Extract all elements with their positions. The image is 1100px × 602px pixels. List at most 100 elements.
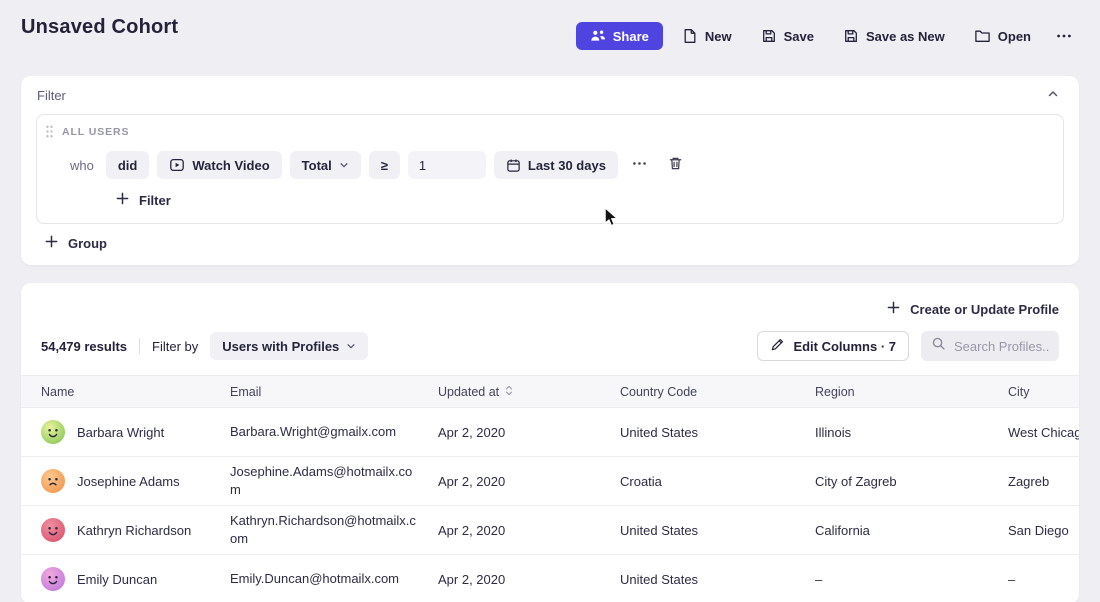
filter-card: Filter ALL USERS who did Watch Video — [21, 76, 1079, 265]
video-icon — [169, 157, 185, 173]
profile-country-code: Croatia — [604, 457, 799, 506]
table-row[interactable]: Kathryn Richardson Kathryn.Richardson@ho… — [21, 506, 1079, 555]
profile-updated-at: Apr 2, 2020 — [422, 408, 604, 457]
profiles-card: Create or Update Profile 54,479 results … — [21, 283, 1079, 602]
delete-criteria-button[interactable] — [662, 152, 690, 178]
profile-city: San Diego — [992, 506, 1079, 555]
avatar — [41, 567, 65, 591]
profile-email: Josephine.Adams@hotmailx.com — [214, 457, 422, 506]
save-as-new-icon — [843, 28, 859, 44]
profile-updated-at: Apr 2, 2020 — [422, 555, 604, 602]
profile-country-code: United States — [604, 408, 799, 457]
chevron-down-icon — [339, 160, 349, 170]
profile-email: Emily.Duncan@hotmailx.com — [214, 555, 422, 602]
save-as-new-label: Save as New — [866, 29, 945, 44]
create-or-update-profile-button[interactable]: Create or Update Profile — [887, 301, 1059, 317]
save-label: Save — [784, 29, 814, 44]
save-button[interactable]: Save — [751, 22, 824, 50]
drag-handle-icon[interactable] — [46, 125, 53, 138]
sort-icon[interactable] — [505, 385, 513, 399]
more-criteria-options-button[interactable] — [626, 152, 654, 178]
profile-name: Barbara Wright — [77, 425, 164, 440]
group-label: ALL USERS — [62, 126, 129, 138]
profile-region: California — [799, 506, 992, 555]
profile-updated-at: Apr 2, 2020 — [422, 457, 604, 506]
page-title: Unsaved Cohort — [21, 16, 178, 39]
profile-city: – — [992, 555, 1079, 602]
share-button[interactable]: Share — [576, 22, 663, 50]
threshold-value-input[interactable] — [408, 151, 486, 179]
did-selector[interactable]: did — [106, 151, 150, 179]
chevron-down-icon — [346, 341, 356, 351]
collapse-filter-button[interactable] — [1045, 86, 1061, 105]
more-dots-icon — [1056, 28, 1072, 44]
profile-name: Emily Duncan — [77, 572, 157, 587]
column-header-name: Name — [21, 376, 214, 408]
share-label: Share — [613, 29, 649, 44]
calendar-icon — [506, 158, 521, 173]
profile-country-code: United States — [604, 555, 799, 602]
cohort-builder-screen: Unsaved Cohort Share New Save Save as Ne… — [0, 0, 1100, 602]
open-label: Open — [998, 29, 1031, 44]
profiles-filter-dropdown[interactable]: Users with Profiles — [210, 332, 368, 360]
profile-region: City of Zagreb — [799, 457, 992, 506]
create-profile-row: Create or Update Profile — [21, 283, 1079, 321]
profile-country-code: United States — [604, 506, 799, 555]
results-toolbar: 54,479 results Filter by Users with Prof… — [21, 321, 1079, 375]
search-box[interactable] — [921, 331, 1059, 361]
open-button[interactable]: Open — [964, 22, 1041, 50]
table-header-row: Name Email Updated at Country Code Regio… — [21, 376, 1079, 408]
avatar — [41, 420, 65, 444]
save-as-new-button[interactable]: Save as New — [833, 22, 955, 50]
add-group-button[interactable]: Group — [45, 235, 107, 251]
aggregation-label: Total — [302, 158, 332, 173]
profile-city: West Chicago — [992, 408, 1079, 457]
add-filter-button[interactable]: Filter — [116, 192, 171, 208]
column-header-city: City — [992, 376, 1079, 408]
create-profile-label: Create or Update Profile — [910, 302, 1059, 317]
table-row[interactable]: Barbara Wright Barbara.Wright@gmailx.com… — [21, 408, 1079, 457]
results-count: 54,479 results — [41, 339, 127, 354]
profiles-filter-value: Users with Profiles — [222, 339, 339, 354]
folder-icon — [974, 28, 991, 44]
more-options-button[interactable] — [1050, 22, 1078, 50]
table-row[interactable]: Emily Duncan Emily.Duncan@hotmailx.com A… — [21, 555, 1079, 602]
profile-region: Illinois — [799, 408, 992, 457]
profile-email: Kathryn.Richardson@hotmailx.com — [214, 506, 422, 555]
operator-label: ≥ — [381, 158, 388, 173]
date-range-label: Last 30 days — [528, 158, 606, 173]
plus-icon — [116, 192, 129, 208]
save-icon — [761, 28, 777, 44]
event-criteria-row: who did Watch Video Total ≥ — [70, 151, 1051, 179]
column-header-country-code: Country Code — [604, 376, 799, 408]
did-label: did — [118, 158, 138, 173]
operator-selector[interactable]: ≥ — [369, 151, 400, 179]
profile-name: Kathryn Richardson — [77, 523, 191, 538]
avatar — [41, 469, 65, 493]
search-icon — [931, 336, 946, 356]
aggregation-selector[interactable]: Total — [290, 151, 361, 179]
date-range-selector[interactable]: Last 30 days — [494, 151, 618, 179]
event-label: Watch Video — [192, 158, 269, 173]
filter-card-header: Filter — [36, 76, 1064, 114]
top-bar-actions: Share New Save Save as New Open — [576, 22, 1078, 50]
new-button[interactable]: New — [672, 22, 742, 50]
column-header-updated-at[interactable]: Updated at — [422, 376, 604, 408]
chevron-up-icon — [1047, 88, 1059, 103]
edit-columns-label: Edit Columns · 7 — [793, 339, 896, 354]
event-selector[interactable]: Watch Video — [157, 151, 281, 179]
new-document-icon — [682, 28, 698, 44]
share-icon — [590, 28, 606, 44]
group-header: ALL USERS — [46, 125, 1051, 138]
search-profiles-input[interactable] — [954, 339, 1049, 354]
profile-region: – — [799, 555, 992, 602]
edit-columns-button[interactable]: Edit Columns · 7 — [757, 331, 909, 361]
pencil-icon — [770, 337, 785, 355]
profile-updated-at: Apr 2, 2020 — [422, 506, 604, 555]
top-bar: Unsaved Cohort Share New Save Save as Ne… — [0, 0, 1100, 50]
more-dots-icon — [632, 156, 647, 174]
profile-city: Zagreb — [992, 457, 1079, 506]
filter-by-label: Filter by — [152, 339, 198, 354]
filter-card-title: Filter — [37, 88, 66, 103]
table-row[interactable]: Josephine Adams Josephine.Adams@hotmailx… — [21, 457, 1079, 506]
